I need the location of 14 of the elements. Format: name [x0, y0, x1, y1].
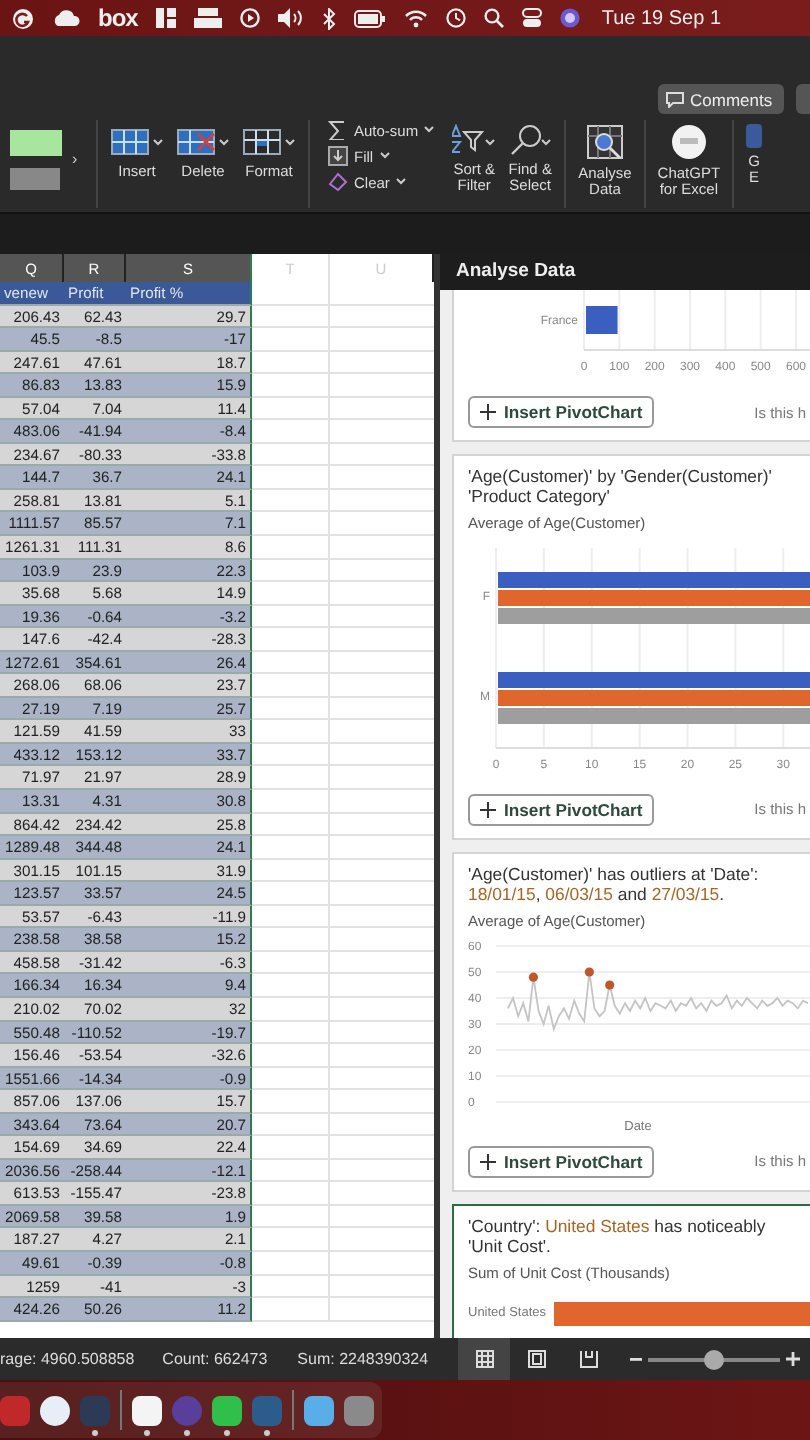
insert-pivotchart-button[interactable]: Insert PivotChart — [468, 396, 655, 428]
card-title: 'Age(Customer)' has outliers at 'Date': 18/01/15, 06/03/15 and 27/03/15. — [468, 863, 761, 906]
card-title: 'Age(Customer)' by 'Gender(Customer)' 'Product Category' — [468, 466, 774, 508]
chevron-icon[interactable]: › — [72, 150, 78, 168]
menu-bar-clock[interactable]: Tue 19 Sep 1 — [601, 7, 722, 29]
insert-pivotchart-button[interactable]: Insert PivotChart — [468, 1145, 655, 1178]
insert-pivotchart-button[interactable]: Insert PivotChart — [468, 793, 655, 826]
status-average: rage: 4960.508858 — [0, 1350, 135, 1368]
card-title: 'Country': United States has noticeably 'Unit Cost'. — [468, 1215, 768, 1258]
status-sum: Sum: 2248390324 — [297, 1350, 429, 1368]
panel-title: Analyse Data — [440, 254, 810, 290]
status-count: Count: 662473 — [162, 1350, 268, 1368]
box-logo[interactable]: box — [98, 4, 138, 32]
comments-button[interactable]: Comments — [658, 84, 784, 114]
